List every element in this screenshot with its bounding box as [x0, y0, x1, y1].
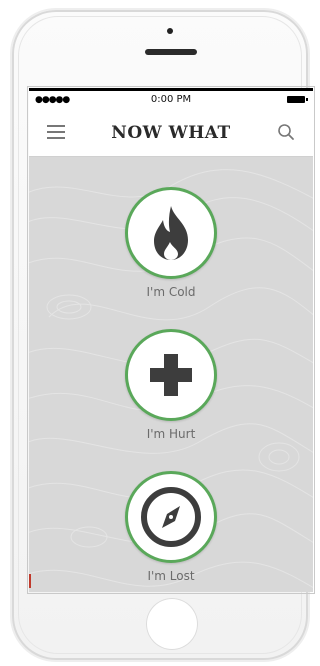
main-content: I'm Cold I'm Hurt I'm Lost	[29, 157, 313, 592]
option-label-cold: I'm Cold	[146, 285, 196, 299]
battery-icon	[287, 96, 308, 103]
option-label-lost: I'm Lost	[147, 569, 195, 583]
option-im-cold[interactable]: I'm Cold	[121, 187, 221, 299]
compass-icon	[141, 487, 201, 547]
option-circle[interactable]	[125, 329, 217, 421]
app-header: NOW WHAT	[29, 108, 313, 157]
flame-icon	[154, 206, 188, 260]
edge-marker	[29, 574, 31, 588]
option-circle[interactable]	[125, 187, 217, 279]
status-bar: ●●●●● 0:00 PM	[29, 88, 313, 108]
status-time: 0:00 PM	[150, 94, 192, 105]
medical-cross-icon	[150, 354, 192, 396]
search-icon[interactable]	[277, 123, 295, 141]
app-title: NOW WHAT	[111, 123, 231, 143]
option-im-lost[interactable]: I'm Lost	[121, 471, 221, 583]
home-button[interactable]	[146, 598, 198, 650]
earpiece-speaker	[145, 49, 197, 55]
phone-screen: ●●●●● 0:00 PM NOW WHAT I'm Cold I'm Hurt…	[29, 88, 313, 592]
front-camera	[167, 28, 173, 34]
option-im-hurt[interactable]: I'm Hurt	[121, 329, 221, 441]
option-label-hurt: I'm Hurt	[146, 427, 196, 441]
option-circle[interactable]	[125, 471, 217, 563]
